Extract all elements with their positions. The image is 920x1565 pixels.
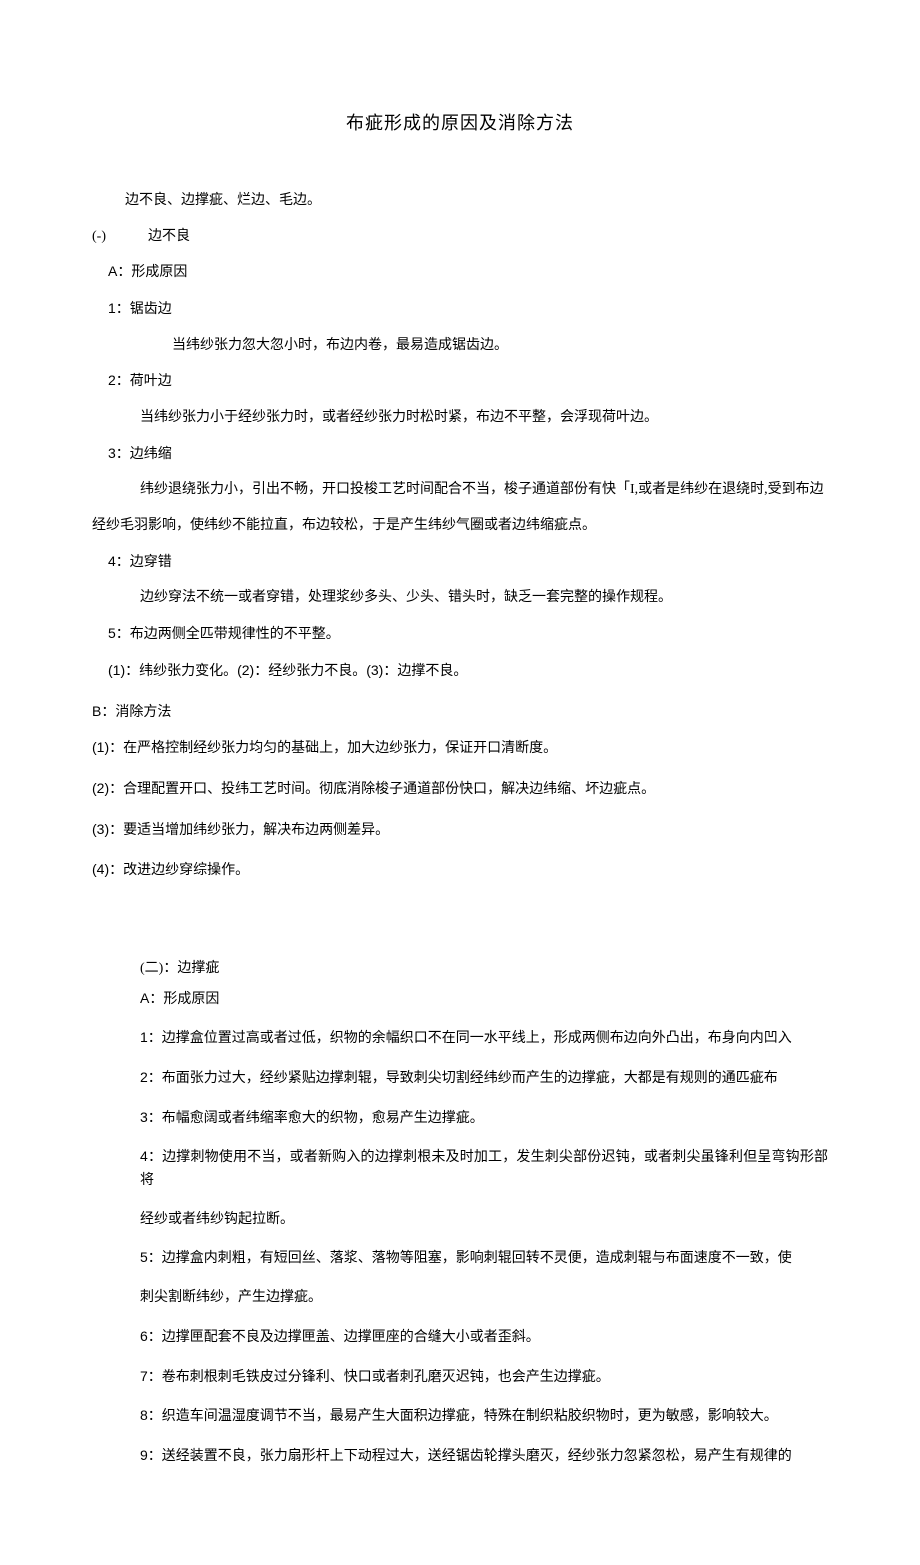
s2-label-A: A：形成原因	[140, 990, 219, 1006]
s1-b1: (1)：在严格控制经纱张力均匀的基础上，加大边纱张力，保证开口清断度。	[92, 737, 828, 760]
s1-item5: 5：布边两侧全匹带规律性的不平整。	[92, 623, 828, 646]
label-B: B：消除方法	[92, 703, 171, 719]
s1-item5-sub: (1)：纬纱张力变化。(2)：经纱张力不良。(3)：边撑不良。	[92, 660, 828, 683]
s2-num-3: 3：布幅愈阔或者纬缩率愈大的织物，愈易产生边撑疵。	[140, 1109, 484, 1125]
s2-num-2: 2：布面张力过大，经纱紧贴边撑刺辊，导致刺尖切割经纬纱而产生的边撑疵，大都是有规…	[140, 1069, 778, 1085]
section2-header: (二)：边撑疵	[92, 958, 828, 980]
s2-item1: 1：边撑盒位置过高或者过低，织物的余幅织口不在同一水平线上，形成两侧布边向外凸出…	[92, 1027, 828, 1050]
s2-item3: 3：布幅愈阔或者纬缩率愈大的织物，愈易产生边撑疵。	[92, 1107, 828, 1130]
s2-item2: 2：布面张力过大，经纱紧贴边撑刺辊，导致刺尖切割经纬纱而产生的边撑疵，大都是有规…	[92, 1067, 828, 1090]
s2-item5a: 5：边撑盒内刺粗，有短回丝、落浆、落物等阻塞，影响刺辊回转不灵便，造成刺辊与布面…	[92, 1247, 828, 1270]
b-num-1: (1)：在严格控制经纱张力均匀的基础上，加大边纱张力，保证开口清断度。	[92, 739, 557, 755]
s1-item4-head: 4：边穿错	[92, 551, 828, 574]
s2-item4b: 经纱或者纬纱钩起拉断。	[92, 1209, 828, 1231]
s1-item1-head: 1：锯齿边	[92, 298, 828, 321]
s2-num-6: 6：边撑匣配套不良及边撑匣盖、边撑匣座的合缝大小或者歪斜。	[140, 1328, 540, 1344]
num-2: 2：荷叶边	[108, 372, 172, 388]
s2-item7: 7：卷布刺根刺毛铁皮过分锋利、快口或者刺孔磨灭迟钝，也会产生边撑疵。	[92, 1366, 828, 1389]
b-num-2: (2)：合理配置开口、投纬工艺时间。彻底消除梭子通道部份快口，解决边纬缩、坏边疵…	[92, 780, 655, 796]
s2-item5b: 刺尖割断纬纱，产生边撑疵。	[92, 1287, 828, 1309]
num-1: 1：锯齿边	[108, 300, 172, 316]
s1-item3-body-a: 纬纱退绕张力小，引出不畅，开口投梭工艺时间配合不当，梭子通道部份有快「I,或者是…	[92, 479, 828, 501]
s1-b2: (2)：合理配置开口、投纬工艺时间。彻底消除梭子通道部份快口，解决边纬缩、坏边疵…	[92, 778, 828, 801]
intro-line: 边不良、边撑疵、烂边、毛边。	[92, 190, 828, 212]
s2-num-7: 7：卷布刺根刺毛铁皮过分锋利、快口或者刺孔磨灭迟钝，也会产生边撑疵。	[140, 1368, 610, 1384]
s1-item3-head: 3：边纬缩	[92, 443, 828, 466]
s1-item2-head: 2：荷叶边	[92, 370, 828, 393]
section1-header: (-) 边不良	[92, 226, 828, 248]
doc-title: 布疵形成的原因及消除方法	[92, 110, 828, 138]
s2-item8: 8：织造车间温湿度调节不当，最易产生大面积边撑疵，特殊在制织粘胶织物时，更为敏感…	[92, 1405, 828, 1428]
s1-item1-body: 当纬纱张力忽大忽小时，布边内卷，最易造成锯齿边。	[92, 335, 828, 357]
num-3: 3：边纬缩	[108, 445, 172, 461]
s1-item4-body: 边纱穿法不统一或者穿错，处理浆纱多头、少头、错头时，缺乏一套完整的操作规程。	[92, 587, 828, 609]
s2-item9: 9：送经装置不良，张力扇形杆上下动程过大，送经锯齿轮撑头磨灭，经纱张力忽紧忽松，…	[92, 1445, 828, 1468]
sub-nums: (1)：纬纱张力变化。(2)：经纱张力不良。(3)：边撑不良。	[108, 662, 467, 678]
s2-num-1: 1：边撑盒位置过高或者过低，织物的余幅织口不在同一水平线上，形成两侧布边向外凸出…	[140, 1029, 792, 1045]
s2-a-header: A：形成原因	[92, 988, 828, 1011]
s2-num-5: 5：边撑盒内刺粗，有短回丝、落浆、落物等阻塞，影响刺辊回转不灵便，造成刺辊与布面…	[140, 1249, 792, 1265]
b-num-4: (4)：改进边纱穿综操作。	[92, 861, 249, 877]
s2-num-9: 9：送经装置不良，张力扇形杆上下动程过大，送经锯齿轮撑头磨灭，经纱张力忽紧忽松，…	[140, 1447, 792, 1463]
s2-item4a: 4：边撑刺物使用不当，或者新购入的边撑刺根未及时加工，发生刺尖部份迟钝，或者刺尖…	[92, 1146, 828, 1191]
num-5: 5：布边两侧全匹带规律性的不平整。	[108, 625, 340, 641]
s2-num-4: 4：边撑刺物使用不当，或者新购入的边撑刺根未及时加工，发生刺尖部份迟钝，或者刺尖…	[140, 1148, 828, 1187]
s1-item2-body: 当纬纱张力小于经纱张力时，或者经纱张力时松时紧，布边不平整，会浮现荷叶边。	[92, 407, 828, 429]
s1-b-header: B：消除方法	[92, 701, 828, 724]
s2-item6: 6：边撑匣配套不良及边撑匣盖、边撑匣座的合缝大小或者歪斜。	[92, 1326, 828, 1349]
s1-a-header: A：形成原因	[92, 261, 828, 284]
s1-b3: (3)：要适当增加纬纱张力，解决布边两侧差异。	[92, 819, 828, 842]
label-A: A：形成原因	[108, 263, 187, 279]
num-4: 4：边穿错	[108, 553, 172, 569]
b-num-3: (3)：要适当增加纬纱张力，解决布边两侧差异。	[92, 821, 389, 837]
s2-num-8: 8：织造车间温湿度调节不当，最易产生大面积边撑疵，特殊在制织粘胶织物时，更为敏感…	[140, 1407, 778, 1423]
s1-b4: (4)：改进边纱穿综操作。	[92, 859, 828, 882]
s1-item3-body-b: 经纱毛羽影响，使纬纱不能拉直，布边较松，于是产生纬纱气圈或者边纬缩疵点。	[92, 515, 828, 537]
